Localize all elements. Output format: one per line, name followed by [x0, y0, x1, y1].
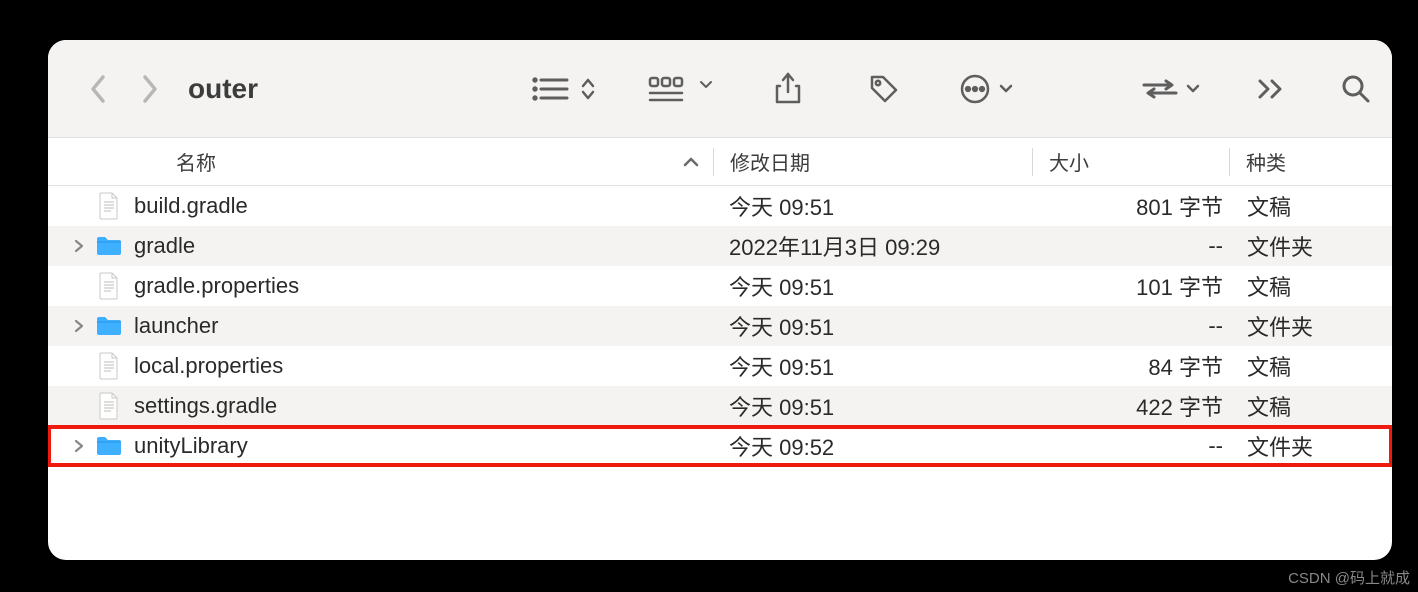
- file-name: unityLibrary: [134, 433, 248, 459]
- folder-icon: [94, 431, 124, 461]
- overflow-button[interactable]: [1242, 67, 1302, 111]
- file-date: 今天 09:51: [713, 270, 1033, 302]
- column-header-kind[interactable]: 种类: [1230, 147, 1392, 176]
- disclosure-triangle-icon[interactable]: [70, 237, 88, 255]
- file-date: 今天 09:52: [713, 430, 1033, 462]
- file-name: build.gradle: [134, 193, 248, 219]
- column-header-size[interactable]: 大小: [1033, 147, 1229, 176]
- table-row[interactable]: unityLibrary 今天 09:52--文件夹: [48, 426, 1392, 466]
- document-icon: [94, 271, 124, 301]
- actions-button[interactable]: [950, 67, 1022, 111]
- file-date: 今天 09:51: [713, 390, 1033, 422]
- file-kind: 文稿: [1231, 350, 1392, 382]
- file-date: 今天 09:51: [713, 310, 1033, 342]
- window-title: outer: [188, 73, 258, 105]
- file-name: settings.gradle: [134, 393, 277, 419]
- folder-icon: [94, 311, 124, 341]
- file-list: build.gradle今天 09:51801 字节文稿 gradle2022年…: [48, 186, 1392, 466]
- file-size: 801 字节: [1033, 190, 1231, 222]
- search-button[interactable]: [1338, 67, 1374, 111]
- back-button[interactable]: [76, 67, 120, 111]
- table-row[interactable]: gradle 2022年11月3日 09:29--文件夹: [48, 226, 1392, 266]
- table-row[interactable]: gradle.properties 今天 09:51101 字节文稿: [48, 266, 1392, 306]
- file-kind: 文稿: [1231, 390, 1392, 422]
- sync-button[interactable]: [1134, 67, 1206, 111]
- group-button[interactable]: [638, 67, 722, 111]
- file-kind: 文件夹: [1231, 430, 1392, 462]
- finder-window: outer: [48, 40, 1392, 560]
- file-size: 422 字节: [1033, 390, 1231, 422]
- document-icon: [94, 391, 124, 421]
- table-row[interactable]: launcher 今天 09:51--文件夹: [48, 306, 1392, 346]
- toolbar: outer: [48, 40, 1392, 138]
- document-icon: [94, 191, 124, 221]
- file-kind: 文稿: [1231, 190, 1392, 222]
- table-row[interactable]: build.gradle 今天 09:51801 字节文稿: [48, 186, 1392, 226]
- file-size: 84 字节: [1033, 350, 1231, 382]
- toolbar-tools: [524, 67, 1374, 111]
- file-size: --: [1033, 233, 1231, 259]
- file-size: --: [1033, 433, 1231, 459]
- column-header-date[interactable]: 修改日期: [714, 147, 1032, 176]
- share-button[interactable]: [758, 67, 818, 111]
- file-name: launcher: [134, 313, 218, 339]
- watermark: CSDN @码上就成: [1288, 567, 1410, 588]
- table-row[interactable]: local.properties 今天 09:5184 字节文稿: [48, 346, 1392, 386]
- file-kind: 文件夹: [1231, 310, 1392, 342]
- document-icon: [94, 351, 124, 381]
- column-header-name[interactable]: 名称: [48, 147, 713, 176]
- file-name: local.properties: [134, 353, 283, 379]
- file-date: 2022年11月3日 09:29: [713, 230, 1033, 262]
- folder-icon: [94, 231, 124, 261]
- column-headers: 名称 修改日期 大小 种类: [48, 138, 1392, 186]
- file-date: 今天 09:51: [713, 350, 1033, 382]
- file-name: gradle.properties: [134, 273, 299, 299]
- disclosure-triangle-icon[interactable]: [70, 317, 88, 335]
- view-list-button[interactable]: [524, 67, 602, 111]
- file-size: 101 字节: [1033, 270, 1231, 302]
- sort-indicator-icon: [683, 150, 699, 173]
- forward-button[interactable]: [128, 67, 172, 111]
- table-row[interactable]: settings.gradle 今天 09:51422 字节文稿: [48, 386, 1392, 426]
- tags-button[interactable]: [854, 67, 914, 111]
- disclosure-triangle-icon[interactable]: [70, 437, 88, 455]
- file-kind: 文稿: [1231, 270, 1392, 302]
- file-kind: 文件夹: [1231, 230, 1392, 262]
- file-name: gradle: [134, 233, 195, 259]
- file-date: 今天 09:51: [713, 190, 1033, 222]
- file-size: --: [1033, 313, 1231, 339]
